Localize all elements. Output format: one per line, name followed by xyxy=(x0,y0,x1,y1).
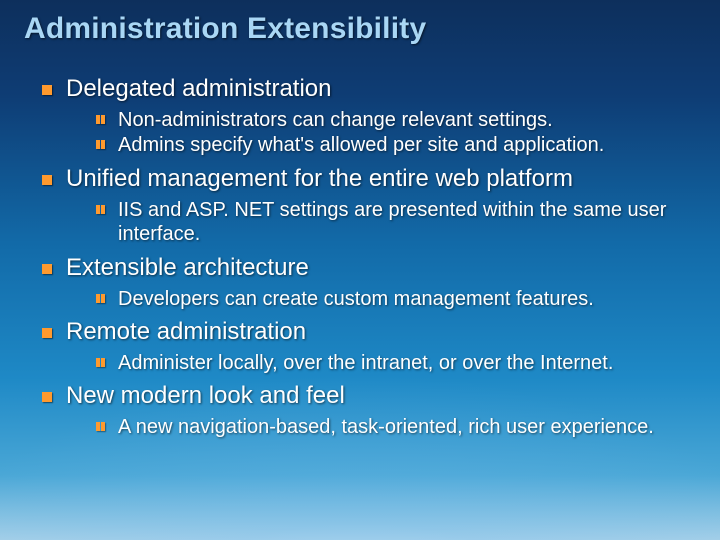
slide-title: Administration Extensibility xyxy=(24,12,704,46)
sub-bullet-text: Developers can create custom management … xyxy=(118,287,704,311)
sub-bullet-item: Administer locally, over the intranet, o… xyxy=(96,351,704,375)
sub-bullet-item: IIS and ASP. NET settings are presented … xyxy=(96,198,704,247)
sub-bullet-list: Developers can create custom management … xyxy=(66,287,704,311)
bullet-text: Remote administration xyxy=(66,317,704,347)
sub-bullet-list: A new navigation-based, task-oriented, r… xyxy=(66,415,704,439)
sub-bullet-text: IIS and ASP. NET settings are presented … xyxy=(118,198,704,247)
bullet-item: Unified management for the entire web pl… xyxy=(42,164,704,247)
sub-bullet-text: A new navigation-based, task-oriented, r… xyxy=(118,415,704,439)
sub-bullet-list: IIS and ASP. NET settings are presented … xyxy=(66,198,704,247)
bullet-item: Extensible architecture Developers can c… xyxy=(42,253,704,311)
bullet-text: New modern look and feel xyxy=(66,381,704,411)
bullet-text: Extensible architecture xyxy=(66,253,704,283)
sub-bullet-item: Admins specify what's allowed per site a… xyxy=(96,133,704,157)
sub-bullet-item: Developers can create custom management … xyxy=(96,287,704,311)
sub-bullet-item: Non-administrators can change relevant s… xyxy=(96,108,704,132)
slide: Administration Extensibility Delegated a… xyxy=(0,0,720,540)
bullet-item: New modern look and feel A new navigatio… xyxy=(42,381,704,439)
bullet-text: Delegated administration xyxy=(66,74,704,104)
sub-bullet-text: Non-administrators can change relevant s… xyxy=(118,108,704,132)
bullet-item: Remote administration Administer locally… xyxy=(42,317,704,375)
sub-bullet-item: A new navigation-based, task-oriented, r… xyxy=(96,415,704,439)
bullet-item: Delegated administration Non-administrat… xyxy=(42,74,704,158)
sub-bullet-text: Administer locally, over the intranet, o… xyxy=(118,351,704,375)
bullet-list: Delegated administration Non-administrat… xyxy=(24,74,704,440)
sub-bullet-text: Admins specify what's allowed per site a… xyxy=(118,133,704,157)
sub-bullet-list: Non-administrators can change relevant s… xyxy=(66,108,704,158)
sub-bullet-list: Administer locally, over the intranet, o… xyxy=(66,351,704,375)
bullet-text: Unified management for the entire web pl… xyxy=(66,164,704,194)
